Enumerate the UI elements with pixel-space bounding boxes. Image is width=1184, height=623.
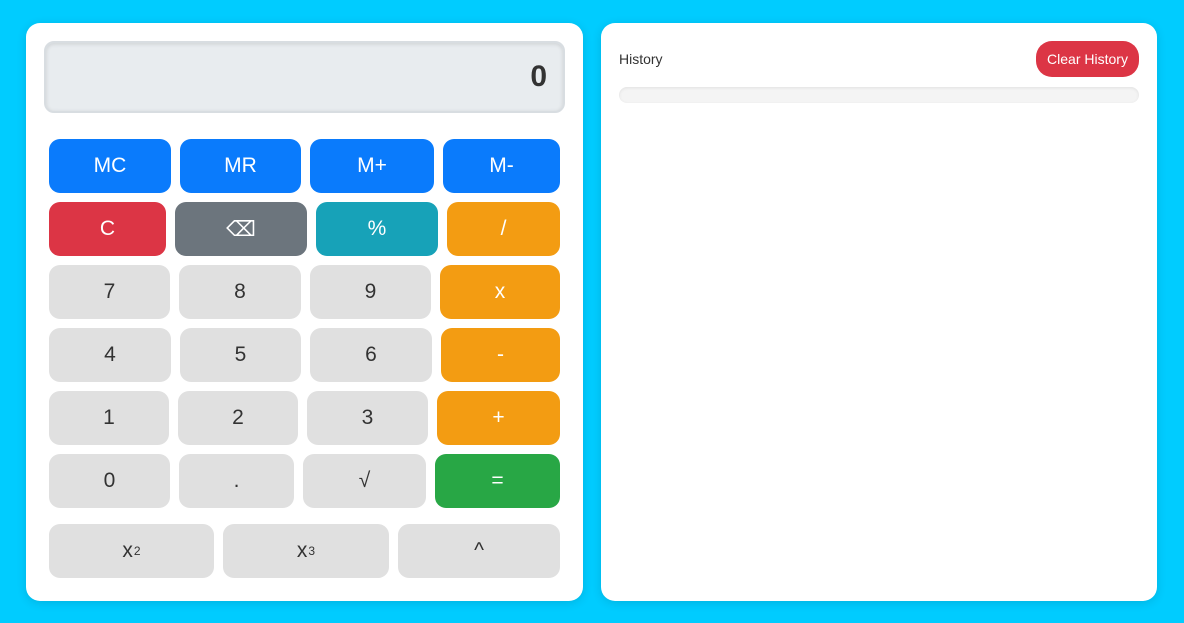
cube-button[interactable]: x3: [223, 524, 389, 578]
power-row: x2 x3 ^: [49, 524, 560, 578]
minus-button[interactable]: -: [441, 328, 560, 382]
key-2[interactable]: 2: [178, 391, 298, 445]
history-list[interactable]: [619, 87, 1139, 103]
keypad-row-456: 4 5 6 -: [49, 328, 560, 382]
cube-base-label: x: [296, 539, 308, 562]
keypad-row-0: 0 . √ =: [49, 454, 560, 508]
key-0[interactable]: 0: [49, 454, 170, 508]
decimal-button[interactable]: .: [179, 454, 294, 508]
key-8[interactable]: 8: [179, 265, 301, 319]
plus-button[interactable]: +: [437, 391, 560, 445]
keypad-row-789: 7 8 9 x: [49, 265, 560, 319]
square-button[interactable]: x2: [49, 524, 214, 578]
key-7[interactable]: 7: [49, 265, 170, 319]
control-row: C ⌫ % /: [49, 202, 560, 256]
divide-button[interactable]: /: [447, 202, 560, 256]
keypad-row-123: 1 2 3 +: [49, 391, 560, 445]
key-1[interactable]: 1: [49, 391, 169, 445]
power-button[interactable]: ^: [398, 524, 560, 578]
equals-button[interactable]: =: [435, 454, 560, 508]
multiply-button[interactable]: x: [440, 265, 560, 319]
m-minus-button[interactable]: M-: [443, 139, 560, 193]
key-9[interactable]: 9: [310, 265, 431, 319]
calculator-display: 0: [44, 41, 565, 113]
calculator-panel: 0 MC MR M+ M- C ⌫ % / 7 8 9 x 4 5 6 - 1 …: [26, 23, 583, 601]
memory-row: MC MR M+ M-: [49, 139, 560, 193]
history-title: History: [619, 51, 663, 67]
mc-button[interactable]: MC: [49, 139, 171, 193]
m-plus-button[interactable]: M+: [310, 139, 434, 193]
key-6[interactable]: 6: [310, 328, 432, 382]
key-3[interactable]: 3: [307, 391, 428, 445]
sqrt-button[interactable]: √: [303, 454, 426, 508]
key-5[interactable]: 5: [180, 328, 301, 382]
backspace-button[interactable]: ⌫: [175, 202, 307, 256]
mr-button[interactable]: MR: [180, 139, 301, 193]
percent-button[interactable]: %: [316, 202, 438, 256]
square-base-label: x: [122, 539, 133, 562]
key-4[interactable]: 4: [49, 328, 171, 382]
clear-history-button[interactable]: Clear History: [1036, 41, 1139, 77]
history-panel: History Clear History: [601, 23, 1157, 601]
clear-button[interactable]: C: [49, 202, 166, 256]
